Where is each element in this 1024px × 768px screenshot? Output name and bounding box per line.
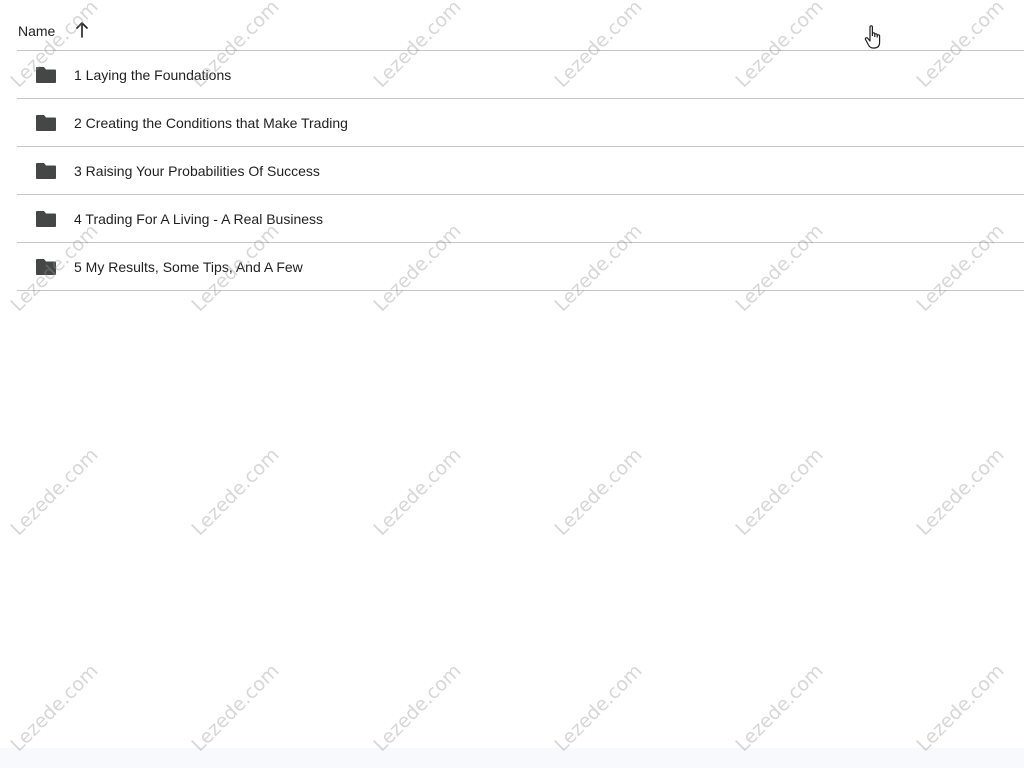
folder-icon bbox=[35, 162, 57, 180]
watermark-text: Lezede.com bbox=[187, 443, 284, 540]
watermark-text: Lezede.com bbox=[369, 659, 466, 756]
folder-name: 4 Trading For A Living - A Real Business bbox=[74, 210, 324, 227]
folder-row[interactable]: 3 Raising Your Probabilities Of Success bbox=[17, 147, 1024, 195]
folder-name: 3 Raising Your Probabilities Of Success bbox=[74, 162, 320, 179]
watermark-text: Lezede.com bbox=[550, 443, 647, 540]
folder-name: 5 My Results, Some Tips, And A Few bbox=[74, 258, 303, 275]
watermark-text: Lezede.com bbox=[731, 659, 828, 756]
watermark-text: Lezede.com bbox=[550, 659, 647, 756]
watermark-text: Lezede.com bbox=[369, 443, 466, 540]
folder-name: 1 Laying the Foundations bbox=[74, 66, 232, 83]
folder-icon bbox=[35, 258, 57, 276]
folder-row[interactable]: 4 Trading For A Living - A Real Business bbox=[17, 195, 1024, 243]
watermark-text: Lezede.com bbox=[731, 443, 828, 540]
sort-by-name-button[interactable]: Name bbox=[18, 21, 91, 39]
watermark-text: Lezede.com bbox=[912, 659, 1009, 756]
hand-pointer-icon bbox=[864, 25, 884, 51]
watermark-text: Lezede.com bbox=[912, 443, 1009, 540]
file-browser: Name 1 Laying the Foundations 2 Creating… bbox=[0, 0, 1024, 768]
folder-name: 2 Creating the Conditions that Make Trad… bbox=[74, 114, 348, 131]
name-column-label: Name bbox=[18, 23, 56, 39]
watermark-text: Lezede.com bbox=[6, 443, 103, 540]
folder-row[interactable]: 5 My Results, Some Tips, And A Few bbox=[17, 243, 1024, 291]
arrow-up-icon[interactable] bbox=[73, 21, 91, 39]
folder-row[interactable]: 2 Creating the Conditions that Make Trad… bbox=[17, 99, 1024, 147]
bottom-strip bbox=[0, 748, 1024, 768]
folder-icon bbox=[35, 210, 57, 228]
folder-icon bbox=[35, 66, 57, 84]
watermark-text: Lezede.com bbox=[187, 659, 284, 756]
folder-row[interactable]: 1 Laying the Foundations bbox=[17, 51, 1024, 99]
watermark-text: Lezede.com bbox=[6, 659, 103, 756]
folder-icon bbox=[35, 114, 57, 132]
